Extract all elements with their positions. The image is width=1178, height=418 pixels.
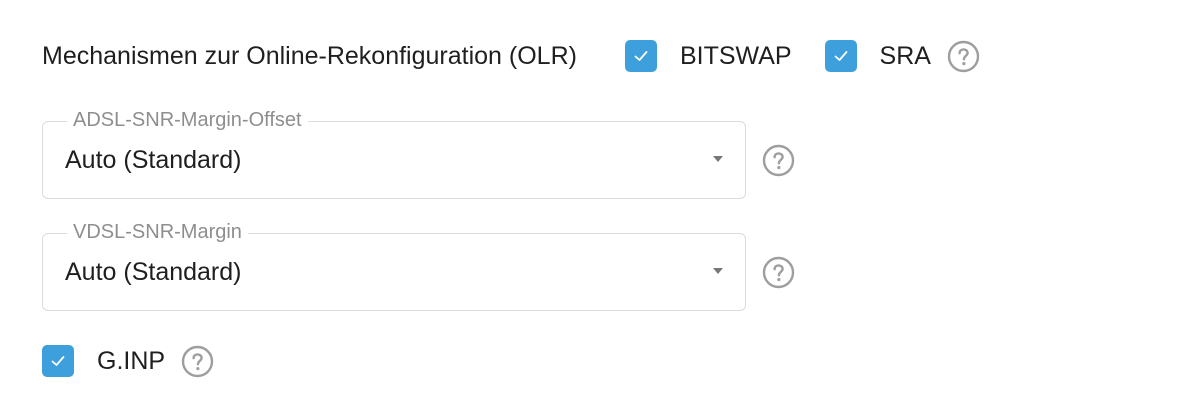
help-icon[interactable] xyxy=(947,40,980,73)
adsl-snr-margin-offset-legend: ADSL-SNR-Margin-Offset xyxy=(67,109,308,132)
bitswap-checkbox-box[interactable] xyxy=(624,40,657,72)
bitswap-label[interactable]: BITSWAP xyxy=(680,42,792,71)
ginp-checkbox[interactable]: G.INP xyxy=(42,345,165,377)
ginp-label[interactable]: G.INP xyxy=(97,347,165,376)
adsl-help-icon[interactable] xyxy=(762,144,795,177)
adsl-snr-margin-offset-value[interactable]: Auto (Standard) xyxy=(65,146,242,175)
chevron-down-icon[interactable] xyxy=(713,156,723,162)
ginp-row: G.INP xyxy=(42,343,214,379)
adsl-snr-margin-offset-select[interactable]: ADSL-SNR-Margin-Offset Auto (Standard) xyxy=(42,109,746,199)
vdsl-snr-margin-value[interactable]: Auto (Standard) xyxy=(65,258,242,287)
olr-label: Mechanismen zur Online-Rekonfiguration (… xyxy=(42,41,577,70)
check-icon xyxy=(51,356,65,366)
check-icon xyxy=(834,51,847,61)
sra-checkbox[interactable]: SRA xyxy=(824,40,931,72)
ginp-checkbox-box[interactable] xyxy=(42,345,74,377)
olr-row: Mechanismen zur Online-Rekonfiguration (… xyxy=(42,33,980,79)
bitswap-checkbox[interactable]: BITSWAP xyxy=(624,40,792,72)
sra-label[interactable]: SRA xyxy=(880,42,931,71)
check-icon xyxy=(634,51,648,61)
sra-checkbox-box[interactable] xyxy=(824,40,857,72)
chevron-down-icon[interactable] xyxy=(713,268,723,274)
vdsl-snr-margin-select[interactable]: VDSL-SNR-Margin Auto (Standard) xyxy=(42,221,746,311)
vdsl-snr-margin-legend: VDSL-SNR-Margin xyxy=(67,221,248,244)
vdsl-help-icon[interactable] xyxy=(762,256,795,289)
ginp-help-icon[interactable] xyxy=(181,345,214,378)
